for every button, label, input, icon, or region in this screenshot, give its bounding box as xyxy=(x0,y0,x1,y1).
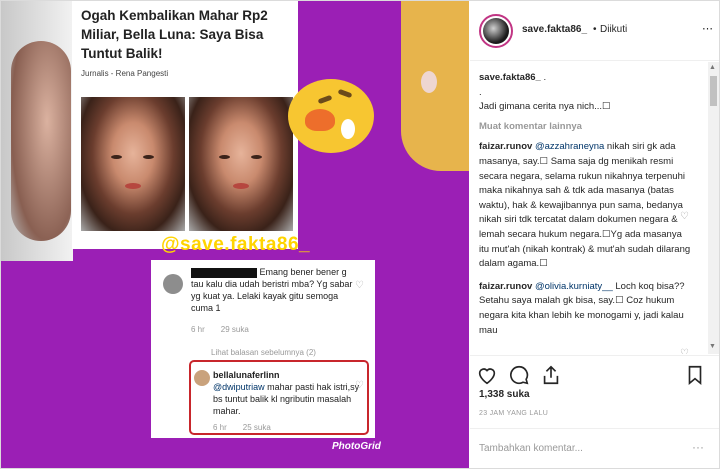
more-options-icon[interactable]: ··· xyxy=(692,440,704,454)
add-comment-bar: Tambahkan komentar... ··· xyxy=(470,428,719,468)
heart-icon[interactable]: ♡ xyxy=(680,210,689,225)
bookmark-icon[interactable] xyxy=(684,364,706,386)
blurred-emoji-right xyxy=(401,1,469,171)
comment-text: nikah siri gk ada masanya, say.☐ Sama sa… xyxy=(479,141,691,270)
article-author: Jurnalis - Rena Pangesti xyxy=(81,69,169,78)
article-title: Ogah Kembalikan Mahar Rp2 Miliar, Bella … xyxy=(81,8,268,61)
embedded-comment-text: Emang bener bener g tau kalu dia udah be… xyxy=(191,267,353,313)
photogrid-watermark: PhotoGrid xyxy=(332,441,381,452)
blurred-photo-left xyxy=(1,1,73,261)
likes-count[interactable]: 1,338 suka xyxy=(479,389,530,400)
follow-status[interactable]: Diikuti xyxy=(600,24,627,35)
header-username[interactable]: save.fakta86_ xyxy=(522,24,587,35)
comment-item: faizar.runov @azzahraneyna nikah siri gk… xyxy=(470,140,708,271)
article-photo-right xyxy=(189,97,293,231)
scroll-up-icon[interactable]: ▲ xyxy=(709,64,716,71)
comment-mention[interactable]: @azzahraneyna xyxy=(535,141,604,152)
account-watermark: @save.fakta86_ xyxy=(161,234,311,255)
avatar xyxy=(163,274,183,294)
comment-item: faizar.runov @olivia.kurniaty__ Loch koq… xyxy=(470,280,708,338)
profile-avatar[interactable] xyxy=(479,14,513,48)
view-previous-replies: Lihat balasan sebelumnya (2) xyxy=(211,348,316,357)
heart-icon: ♡ xyxy=(355,280,364,291)
comments-list[interactable]: save.fakta86_ . . Jadi gimana cerita nya… xyxy=(470,62,708,354)
comment-username[interactable]: faizar.runov xyxy=(479,141,532,152)
post-header: save.fakta86_ • Diikuti ⋯ xyxy=(470,1,719,61)
heart-icon[interactable] xyxy=(476,364,498,386)
post-image[interactable]: Ogah Kembalikan Mahar Rp2 Miliar, Bella … xyxy=(1,1,469,468)
redacted-username xyxy=(191,267,257,278)
caption: save.fakta86_ . xyxy=(479,72,547,83)
ellipsis-icon[interactable]: ⋯ xyxy=(702,22,713,35)
comment-mention[interactable]: @olivia.kurniaty__ xyxy=(535,281,613,292)
comment-icon[interactable] xyxy=(508,364,530,386)
heart-icon[interactable]: ♡ xyxy=(680,347,689,354)
worried-face-emoji-icon xyxy=(288,79,374,153)
scrollbar-thumb[interactable] xyxy=(710,76,717,106)
caption-line: Jadi gimana cerita nya nich...☐ xyxy=(479,101,611,113)
highlight-box xyxy=(189,360,369,435)
load-more-comments[interactable]: Muat komentar lainnya xyxy=(470,120,708,135)
comment-username[interactable]: faizar.runov xyxy=(479,281,532,292)
news-article-card: Ogah Kembalikan Mahar Rp2 Miliar, Bella … xyxy=(72,1,298,249)
embedded-comment-meta: 6 hr 29 suka xyxy=(191,325,249,334)
caption-line: . xyxy=(479,86,482,98)
add-comment-input[interactable]: Tambahkan komentar... xyxy=(479,443,583,454)
scrollbar[interactable]: ▲ ▼ xyxy=(708,62,719,354)
post-timestamp: 23 JAM YANG LALU xyxy=(479,410,549,417)
caption-username[interactable]: save.fakta86_ xyxy=(479,72,541,83)
share-icon[interactable] xyxy=(540,364,562,386)
separator-dot: • xyxy=(593,24,597,35)
article-photo-left xyxy=(81,97,185,231)
scroll-down-icon[interactable]: ▼ xyxy=(709,343,716,350)
